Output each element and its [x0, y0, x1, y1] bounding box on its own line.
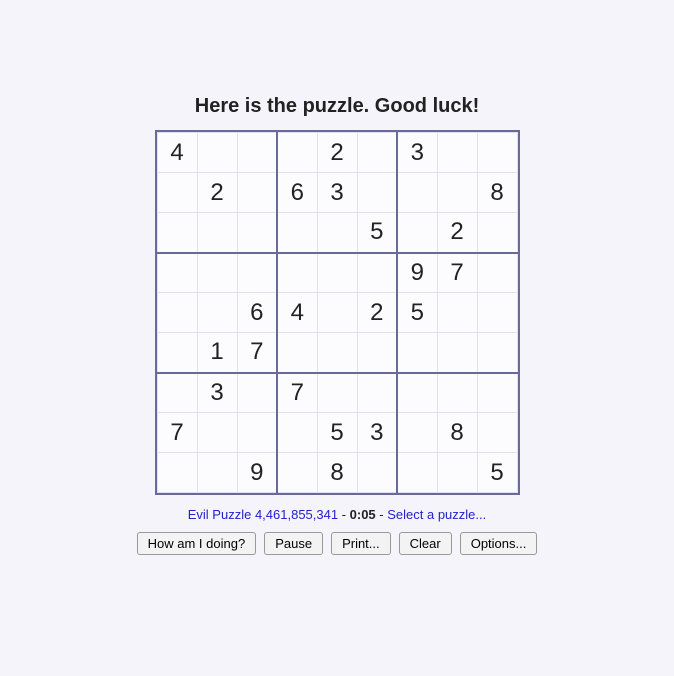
sudoku-cell[interactable]: 4	[277, 293, 317, 333]
separator: -	[376, 507, 388, 522]
sudoku-cell[interactable]	[437, 373, 477, 413]
sudoku-cell[interactable]	[157, 453, 197, 493]
sudoku-cell[interactable]	[237, 373, 277, 413]
select-puzzle-link[interactable]: Select a puzzle...	[387, 507, 486, 522]
sudoku-cell[interactable]	[277, 253, 317, 293]
clear-button[interactable]: Clear	[399, 532, 452, 555]
sudoku-cell[interactable]	[277, 213, 317, 253]
sudoku-cell[interactable]	[197, 413, 237, 453]
puzzle-link[interactable]: Evil Puzzle 4,461,855,341	[188, 507, 338, 522]
sudoku-grid: 42326385297642517377538985	[155, 130, 520, 495]
sudoku-cell[interactable]	[397, 413, 437, 453]
sudoku-cell[interactable]: 8	[317, 453, 357, 493]
sudoku-cell[interactable]: 7	[277, 373, 317, 413]
sudoku-cell[interactable]	[157, 173, 197, 213]
sudoku-cell[interactable]	[437, 453, 477, 493]
sudoku-cell[interactable]: 7	[237, 333, 277, 373]
sudoku-cell[interactable]	[357, 373, 397, 413]
sudoku-cell[interactable]	[237, 133, 277, 173]
sudoku-cell[interactable]: 9	[237, 453, 277, 493]
sudoku-cell[interactable]	[317, 373, 357, 413]
sudoku-cell[interactable]: 5	[357, 213, 397, 253]
print-button[interactable]: Print...	[331, 532, 391, 555]
sudoku-cell[interactable]	[197, 293, 237, 333]
sudoku-cell[interactable]	[477, 293, 517, 333]
sudoku-cell[interactable]	[437, 173, 477, 213]
button-bar: How am I doing? Pause Print... Clear Opt…	[137, 532, 538, 555]
sudoku-cell[interactable]	[157, 213, 197, 253]
options-button[interactable]: Options...	[460, 532, 538, 555]
sudoku-cell[interactable]: 3	[357, 413, 397, 453]
sudoku-cell[interactable]	[397, 213, 437, 253]
sudoku-cell[interactable]	[317, 253, 357, 293]
sudoku-cell[interactable]: 1	[197, 333, 237, 373]
sudoku-cell[interactable]	[157, 253, 197, 293]
sudoku-cell[interactable]: 9	[397, 253, 437, 293]
sudoku-cell[interactable]	[157, 293, 197, 333]
sudoku-cell[interactable]: 2	[197, 173, 237, 213]
sudoku-cell[interactable]	[197, 253, 237, 293]
pause-button[interactable]: Pause	[264, 532, 323, 555]
sudoku-cell[interactable]	[477, 373, 517, 413]
sudoku-cell[interactable]	[477, 213, 517, 253]
sudoku-cell[interactable]	[317, 333, 357, 373]
sudoku-cell[interactable]	[237, 413, 277, 453]
sudoku-cell[interactable]	[197, 213, 237, 253]
sudoku-cell[interactable]: 3	[317, 173, 357, 213]
sudoku-cell[interactable]	[397, 173, 437, 213]
sudoku-cell[interactable]	[357, 173, 397, 213]
sudoku-cell[interactable]	[197, 453, 237, 493]
sudoku-cell[interactable]	[397, 333, 437, 373]
sudoku-cell[interactable]	[157, 333, 197, 373]
sudoku-cell[interactable]	[397, 453, 437, 493]
sudoku-cell[interactable]	[277, 333, 317, 373]
sudoku-cell[interactable]: 3	[397, 133, 437, 173]
sudoku-cell[interactable]	[397, 373, 437, 413]
sudoku-cell[interactable]	[477, 253, 517, 293]
sudoku-cell[interactable]	[357, 453, 397, 493]
sudoku-cell[interactable]	[277, 133, 317, 173]
sudoku-cell[interactable]: 8	[437, 413, 477, 453]
sudoku-cell[interactable]	[437, 333, 477, 373]
sudoku-cell[interactable]	[237, 253, 277, 293]
sudoku-cell[interactable]	[477, 413, 517, 453]
separator: -	[338, 507, 350, 522]
status-bar: Evil Puzzle 4,461,855,341 - 0:05 - Selec…	[188, 507, 486, 522]
page-title: Here is the puzzle. Good luck!	[195, 95, 480, 118]
sudoku-cell[interactable]	[277, 453, 317, 493]
sudoku-cell[interactable]: 6	[237, 293, 277, 333]
sudoku-cell[interactable]	[237, 213, 277, 253]
sudoku-cell[interactable]	[477, 333, 517, 373]
sudoku-cell[interactable]	[437, 293, 477, 333]
how-am-i-doing-button[interactable]: How am I doing?	[137, 532, 257, 555]
sudoku-cell[interactable]	[237, 173, 277, 213]
sudoku-cell[interactable]: 7	[157, 413, 197, 453]
sudoku-cell[interactable]	[437, 133, 477, 173]
sudoku-cell[interactable]: 2	[357, 293, 397, 333]
sudoku-cell[interactable]	[157, 373, 197, 413]
sudoku-cell[interactable]	[357, 333, 397, 373]
sudoku-cell[interactable]: 6	[277, 173, 317, 213]
sudoku-cell[interactable]: 5	[397, 293, 437, 333]
sudoku-cell[interactable]: 2	[437, 213, 477, 253]
sudoku-cell[interactable]	[197, 133, 237, 173]
sudoku-cell[interactable]	[357, 133, 397, 173]
sudoku-cell[interactable]: 4	[157, 133, 197, 173]
sudoku-cell[interactable]	[357, 253, 397, 293]
sudoku-cell[interactable]: 5	[317, 413, 357, 453]
sudoku-cell[interactable]: 5	[477, 453, 517, 493]
sudoku-cell[interactable]	[317, 213, 357, 253]
sudoku-cell[interactable]: 2	[317, 133, 357, 173]
sudoku-cell[interactable]: 3	[197, 373, 237, 413]
sudoku-cell[interactable]: 7	[437, 253, 477, 293]
sudoku-cell[interactable]: 8	[477, 173, 517, 213]
sudoku-cell[interactable]	[277, 413, 317, 453]
sudoku-cell[interactable]	[317, 293, 357, 333]
sudoku-cell[interactable]	[477, 133, 517, 173]
timer: 0:05	[350, 507, 376, 522]
